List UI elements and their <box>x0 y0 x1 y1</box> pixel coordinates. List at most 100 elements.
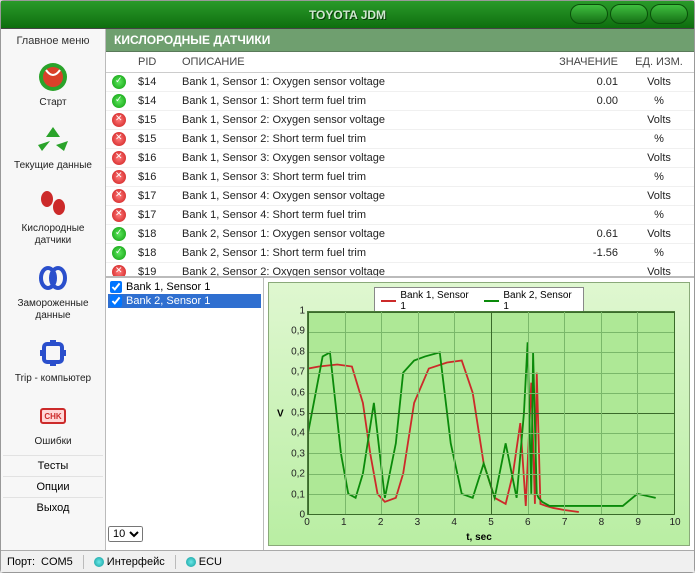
statusbar: Порт: COM5 Интерфейс ECU <box>1 550 694 572</box>
sidebar-item-frozen-data[interactable]: Замороженные данные <box>3 254 103 329</box>
table-row[interactable]: $16 Bank 1, Sensor 3: Short term fuel tr… <box>106 168 694 187</box>
cell-unit: % <box>624 92 694 111</box>
legend-label-0: Bank 1, Sensor 1 <box>400 290 474 312</box>
sidebar-item-label: Текущие данные <box>14 160 92 172</box>
close-button[interactable] <box>650 4 688 24</box>
table-row[interactable]: $15 Bank 1, Sensor 2: Short term fuel tr… <box>106 130 694 149</box>
status-ecu: ECU <box>186 556 222 568</box>
maximize-button[interactable] <box>610 4 648 24</box>
y-tick: 0,1 <box>291 489 305 500</box>
x-tick: 1 <box>341 517 347 528</box>
table-row[interactable]: $18 Bank 2, Sensor 1: Oxygen sensor volt… <box>106 225 694 244</box>
cell-unit: Volts <box>624 149 694 168</box>
cell-unit: Volts <box>624 225 694 244</box>
sidebar-item-oxygen-sensors[interactable]: Кислородные датчики <box>3 179 103 254</box>
sidebar-item-exit[interactable]: Выход <box>3 497 103 518</box>
y-tick: 1 <box>299 306 305 317</box>
cell-unit: Volts <box>624 73 694 92</box>
plot-area <box>307 311 675 515</box>
recycle-icon <box>36 123 70 157</box>
cell-value <box>544 111 624 130</box>
x-axis-label: t, sec <box>466 532 492 543</box>
cell-pid: $19 <box>132 263 176 278</box>
sensor-select-list: Bank 1, Sensor 1Bank 2, Sensor 1 10 <box>106 278 264 550</box>
sensor-check-item[interactable]: Bank 2, Sensor 1 <box>108 294 261 308</box>
cell-value: 0.01 <box>544 73 624 92</box>
cell-unit: Volts <box>624 263 694 278</box>
cell-value <box>544 130 624 149</box>
sidebar-item-trip-computer[interactable]: Trip - компьютер <box>3 329 103 392</box>
cell-unit: % <box>624 244 694 263</box>
o2-sensor-icon <box>36 186 70 220</box>
error-icon <box>112 170 126 184</box>
minimize-button[interactable] <box>570 4 608 24</box>
table-row[interactable]: $17 Bank 1, Sensor 4: Oxygen sensor volt… <box>106 187 694 206</box>
cell-unit: % <box>624 168 694 187</box>
cell-unit: % <box>624 206 694 225</box>
cell-value: 0.00 <box>544 92 624 111</box>
sensor-checkbox[interactable] <box>110 295 122 307</box>
table-row[interactable]: $18 Bank 2, Sensor 1: Short term fuel tr… <box>106 244 694 263</box>
error-icon <box>112 132 126 146</box>
x-tick: 7 <box>562 517 568 528</box>
titlebar: TOYOTA JDM <box>1 1 694 29</box>
table-row[interactable]: $17 Bank 1, Sensor 4: Short term fuel tr… <box>106 206 694 225</box>
cell-pid: $16 <box>132 149 176 168</box>
cell-pid: $18 <box>132 244 176 263</box>
cell-unit: % <box>624 130 694 149</box>
sensor-check-item[interactable]: Bank 1, Sensor 1 <box>108 280 261 294</box>
check-icon <box>112 75 126 89</box>
check-engine-icon: CHK <box>36 399 70 433</box>
table-row[interactable]: $14 Bank 1, Sensor 1: Short term fuel tr… <box>106 92 694 111</box>
svg-text:CHK: CHK <box>44 412 62 421</box>
sidebar-item-options[interactable]: Опции <box>3 476 103 497</box>
y-axis-label: V <box>277 409 284 420</box>
y-tick: 0,6 <box>291 387 305 398</box>
sidebar-item-tests[interactable]: Тесты <box>3 455 103 476</box>
cell-pid: $15 <box>132 111 176 130</box>
y-tick: 0,8 <box>291 346 305 357</box>
sidebar-item-current-data[interactable]: Текущие данные <box>3 116 103 179</box>
check-icon <box>112 246 126 260</box>
cell-pid: $15 <box>132 130 176 149</box>
cell-desc: Bank 2, Sensor 1: Short term fuel trim <box>176 244 544 263</box>
cell-unit: Volts <box>624 187 694 206</box>
table-row[interactable]: $19 Bank 2, Sensor 2: Oxygen sensor volt… <box>106 263 694 278</box>
cell-desc: Bank 1, Sensor 1: Short term fuel trim <box>176 92 544 111</box>
sidebar-item-label: Trip - компьютер <box>15 373 91 385</box>
col-unit[interactable]: ЕД. ИЗМ. <box>624 52 694 73</box>
status-dot-icon <box>94 557 104 567</box>
table-row[interactable]: $15 Bank 1, Sensor 2: Oxygen sensor volt… <box>106 111 694 130</box>
pid-table-scroll[interactable]: PID ОПИСАНИЕ ЗНАЧЕНИЕ ЕД. ИЗМ. $14 Bank … <box>106 52 694 277</box>
table-row[interactable]: $14 Bank 1, Sensor 1: Oxygen sensor volt… <box>106 73 694 92</box>
status-port-label: Порт: <box>7 556 35 568</box>
sensor-label: Bank 2, Sensor 1 <box>126 295 210 307</box>
error-icon <box>112 189 126 203</box>
col-desc[interactable]: ОПИСАНИЕ <box>176 52 544 73</box>
panel-title: КИСЛОРОДНЫЕ ДАТЧИКИ <box>106 29 694 52</box>
cell-unit: Volts <box>624 111 694 130</box>
y-tick: 0,7 <box>291 367 305 378</box>
sidebar-item-label: Замороженные данные <box>6 298 100 322</box>
check-icon <box>112 94 126 108</box>
y-tick: 0,5 <box>291 408 305 419</box>
chart: Bank 1, Sensor 1 Bank 2, Sensor 1 V t, s… <box>268 282 690 546</box>
x-tick: 8 <box>599 517 605 528</box>
status-port-value: COM5 <box>41 556 73 568</box>
cell-desc: Bank 1, Sensor 4: Oxygen sensor voltage <box>176 187 544 206</box>
cell-value: -1.56 <box>544 244 624 263</box>
cell-desc: Bank 1, Sensor 3: Oxygen sensor voltage <box>176 149 544 168</box>
x-tick: 9 <box>635 517 641 528</box>
table-row[interactable]: $16 Bank 1, Sensor 3: Oxygen sensor volt… <box>106 149 694 168</box>
sidebar-item-start[interactable]: Старт <box>3 53 103 116</box>
refresh-select[interactable]: 10 <box>108 526 143 542</box>
refresh-spinner[interactable]: 10 <box>108 526 143 542</box>
cell-desc: Bank 1, Sensor 2: Oxygen sensor voltage <box>176 111 544 130</box>
sidebar-item-errors[interactable]: CHK Ошибки <box>3 392 103 455</box>
col-value[interactable]: ЗНАЧЕНИЕ <box>544 52 624 73</box>
error-icon <box>112 208 126 222</box>
col-pid[interactable]: PID <box>132 52 176 73</box>
sensor-checkbox[interactable] <box>110 281 122 293</box>
cell-pid: $14 <box>132 73 176 92</box>
cell-desc: Bank 1, Sensor 4: Short term fuel trim <box>176 206 544 225</box>
